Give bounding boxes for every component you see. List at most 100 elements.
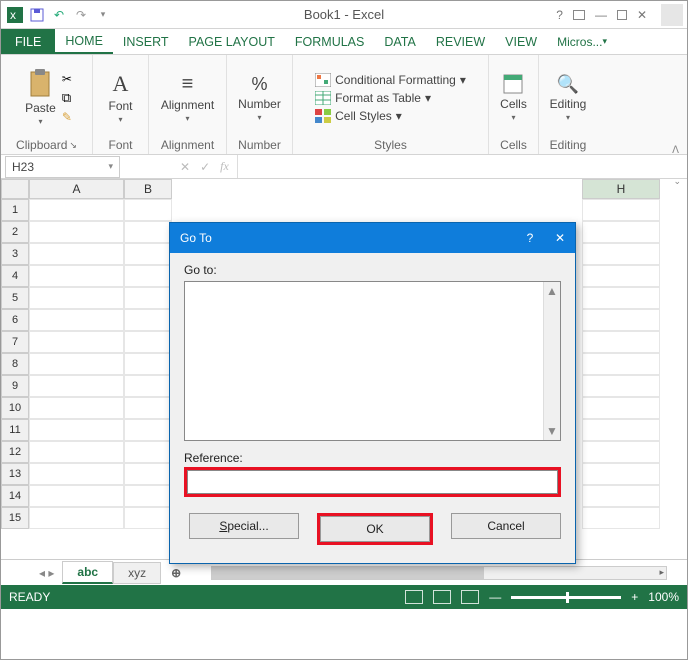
zoom-level[interactable]: 100%: [648, 590, 679, 604]
zoom-in-icon[interactable]: +: [631, 590, 638, 604]
cell[interactable]: [29, 287, 124, 309]
dialog-close-icon[interactable]: ✕: [555, 231, 565, 245]
cell[interactable]: [29, 463, 124, 485]
name-box[interactable]: H23▾: [5, 156, 120, 178]
dialog-launcher-icon[interactable]: ↘: [69, 140, 77, 151]
cell[interactable]: [582, 463, 660, 485]
ribbon-options-icon[interactable]: [573, 10, 585, 20]
cell[interactable]: [29, 265, 124, 287]
row-header[interactable]: 10: [1, 397, 29, 419]
cell[interactable]: [124, 309, 172, 331]
format-as-table-button[interactable]: Format as Table ▾: [315, 90, 431, 106]
cell[interactable]: [582, 375, 660, 397]
page-layout-view-icon[interactable]: [433, 590, 451, 604]
cell[interactable]: [582, 199, 660, 221]
tab-view[interactable]: VIEW: [495, 29, 547, 54]
goto-listbox[interactable]: ▲▼: [184, 281, 561, 441]
col-header-b[interactable]: B: [124, 179, 172, 199]
col-header-h[interactable]: H: [582, 179, 660, 199]
cell[interactable]: [29, 221, 124, 243]
select-all-corner[interactable]: [1, 179, 29, 199]
collapse-ribbon-icon[interactable]: ᐱ: [672, 145, 679, 156]
row-header[interactable]: 5: [1, 287, 29, 309]
cell-styles-button[interactable]: Cell Styles ▾: [315, 108, 402, 124]
cell[interactable]: [124, 441, 172, 463]
row-header[interactable]: 4: [1, 265, 29, 287]
cell[interactable]: [124, 331, 172, 353]
cell[interactable]: [582, 243, 660, 265]
cell[interactable]: [29, 199, 124, 221]
horizontal-scrollbar[interactable]: ◂▸: [211, 566, 667, 580]
row-header[interactable]: 6: [1, 309, 29, 331]
maximize-icon[interactable]: [617, 10, 627, 20]
cell[interactable]: [582, 287, 660, 309]
user-avatar[interactable]: [661, 4, 683, 26]
cell[interactable]: [124, 353, 172, 375]
qat-customize-icon[interactable]: ▾: [93, 5, 113, 25]
cell[interactable]: [124, 397, 172, 419]
tab-account[interactable]: Micros... ▾: [547, 29, 617, 54]
tab-page-layout[interactable]: PAGE LAYOUT: [179, 29, 285, 54]
normal-view-icon[interactable]: [405, 590, 423, 604]
cells-button[interactable]: Cells▾: [496, 71, 531, 124]
cell[interactable]: [124, 375, 172, 397]
cell[interactable]: [29, 397, 124, 419]
cell[interactable]: [582, 441, 660, 463]
enter-formula-icon[interactable]: ✓: [200, 160, 210, 174]
row-header[interactable]: 14: [1, 485, 29, 507]
redo-icon[interactable]: ↷: [71, 5, 91, 25]
row-header[interactable]: 3: [1, 243, 29, 265]
cell[interactable]: [29, 441, 124, 463]
tab-review[interactable]: REVIEW: [426, 29, 495, 54]
cell[interactable]: [29, 309, 124, 331]
help-icon[interactable]: ?: [556, 8, 563, 22]
cell[interactable]: [124, 265, 172, 287]
cell[interactable]: [29, 375, 124, 397]
cell[interactable]: [124, 243, 172, 265]
zoom-out-icon[interactable]: —: [489, 590, 501, 604]
tab-home[interactable]: HOME: [55, 29, 113, 54]
formula-input[interactable]: [237, 155, 687, 178]
cell[interactable]: [124, 199, 172, 221]
row-header[interactable]: 15: [1, 507, 29, 529]
font-button[interactable]: AFont▾: [104, 69, 136, 126]
cell[interactable]: [124, 507, 172, 529]
new-sheet-button[interactable]: ⊕: [161, 566, 191, 580]
editing-button[interactable]: 🔍Editing▾: [546, 72, 591, 124]
row-header[interactable]: 9: [1, 375, 29, 397]
tab-formulas[interactable]: FORMULAS: [285, 29, 374, 54]
cell[interactable]: [582, 397, 660, 419]
zoom-slider[interactable]: [511, 596, 621, 599]
conditional-formatting-button[interactable]: Conditional Formatting ▾: [315, 72, 466, 88]
cell[interactable]: [124, 221, 172, 243]
cell[interactable]: [124, 463, 172, 485]
page-break-view-icon[interactable]: [461, 590, 479, 604]
row-header[interactable]: 11: [1, 419, 29, 441]
cell[interactable]: [582, 485, 660, 507]
close-icon[interactable]: ✕: [637, 8, 647, 22]
special-button[interactable]: Special...: [189, 513, 299, 539]
format-painter-icon[interactable]: ✎: [62, 110, 72, 124]
cell[interactable]: [29, 485, 124, 507]
cell[interactable]: [124, 485, 172, 507]
cell[interactable]: [582, 331, 660, 353]
undo-icon[interactable]: ↶: [49, 5, 69, 25]
paste-button[interactable]: Paste ▾: [21, 67, 60, 128]
cell[interactable]: [124, 287, 172, 309]
reference-input[interactable]: [187, 470, 558, 494]
tab-data[interactable]: DATA: [374, 29, 425, 54]
copy-icon[interactable]: ⧉: [62, 90, 72, 106]
tab-file[interactable]: FILE: [1, 29, 55, 54]
save-icon[interactable]: [27, 5, 47, 25]
fx-icon[interactable]: fx: [220, 159, 229, 174]
alignment-button[interactable]: ≡Alignment▾: [157, 71, 218, 125]
cell[interactable]: [582, 353, 660, 375]
sheet-tab-abc[interactable]: abc: [62, 561, 113, 584]
cancel-button[interactable]: Cancel: [451, 513, 561, 539]
row-header[interactable]: 1: [1, 199, 29, 221]
cancel-formula-icon[interactable]: ✕: [180, 160, 190, 174]
row-header[interactable]: 7: [1, 331, 29, 353]
row-header[interactable]: 12: [1, 441, 29, 463]
sheet-tab-xyz[interactable]: xyz: [113, 562, 161, 584]
cell[interactable]: [582, 221, 660, 243]
